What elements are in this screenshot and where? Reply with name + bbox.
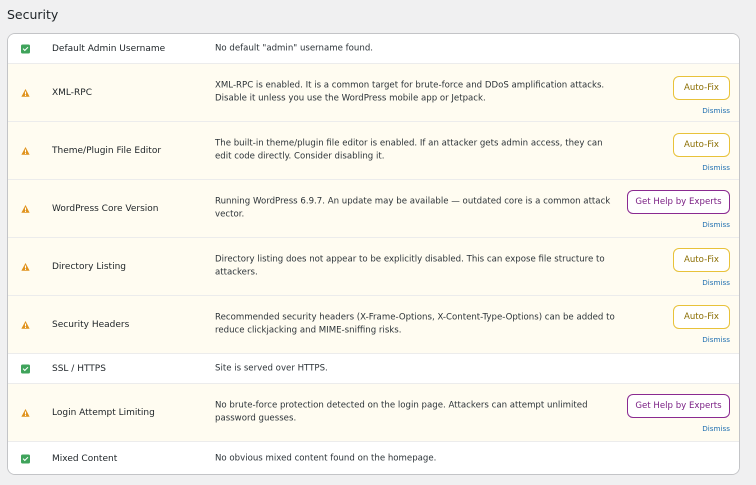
get-help-button[interactable]: Get Help by Experts <box>627 190 730 214</box>
check-label: XML-RPC <box>52 87 92 98</box>
dismiss-link[interactable]: Dismiss <box>702 106 730 115</box>
auto-fix-button[interactable]: Auto-Fix <box>673 133 730 157</box>
check-description: Running WordPress 6.9.7. An update may b… <box>215 196 611 220</box>
warning-icon <box>21 262 30 271</box>
warning-icon <box>21 204 30 213</box>
check-row-login-limiting: Login Attempt Limiting No brute-force pr… <box>8 383 739 441</box>
section-title: Security <box>7 7 59 22</box>
check-icon <box>21 44 30 53</box>
check-description: Site is served over HTTPS. <box>215 362 328 373</box>
check-row-core-version: WordPress Core Version Running WordPress… <box>8 179 739 237</box>
dismiss-link[interactable]: Dismiss <box>702 220 730 229</box>
check-label: Security Headers <box>52 319 130 330</box>
check-row-file-editor: Theme/Plugin File Editor The built-in th… <box>8 121 739 179</box>
warning-icon <box>21 88 30 97</box>
security-checks-card: Default Admin Username No default "admin… <box>7 33 740 475</box>
dismiss-link[interactable]: Dismiss <box>702 163 730 172</box>
check-label: Theme/Plugin File Editor <box>52 145 162 156</box>
check-description: Recommended security headers (X-Frame-Op… <box>215 312 615 336</box>
check-icon <box>21 364 30 373</box>
dismiss-link[interactable]: Dismiss <box>702 278 730 287</box>
check-row-ssl-https: SSL / HTTPS Site is served over HTTPS. <box>8 353 739 383</box>
auto-fix-button[interactable]: Auto-Fix <box>673 248 730 272</box>
check-label: WordPress Core Version <box>52 203 159 214</box>
dismiss-link[interactable]: Dismiss <box>702 335 730 344</box>
check-label: Mixed Content <box>52 454 118 464</box>
check-row-default-admin-username: Default Admin Username No default "admin… <box>8 34 739 63</box>
check-row-mixed-content: Mixed Content No obvious mixed content f… <box>8 441 739 474</box>
check-label: Default Admin Username <box>52 43 166 54</box>
check-row-directory-listing: Directory Listing Directory listing does… <box>8 237 739 295</box>
get-help-button[interactable]: Get Help by Experts <box>627 394 730 418</box>
check-description: No brute-force protection detected on th… <box>215 400 588 424</box>
auto-fix-button[interactable]: Auto-Fix <box>673 305 730 329</box>
check-description: No default "admin" username found. <box>215 42 374 53</box>
check-label: Login Attempt Limiting <box>52 407 155 418</box>
check-row-security-headers: Security Headers Recommended security he… <box>8 295 739 353</box>
check-label: SSL / HTTPS <box>52 363 106 374</box>
warning-icon <box>21 320 30 329</box>
check-description: Directory listing does not appear to be … <box>215 254 605 278</box>
warning-icon <box>21 146 30 155</box>
check-description: The built-in theme/plugin file editor is… <box>215 138 603 162</box>
check-label: Directory Listing <box>52 261 126 272</box>
check-description: XML-RPC is enabled. It is a common targe… <box>215 80 605 104</box>
check-description: No obvious mixed content found on the ho… <box>215 453 437 464</box>
warning-icon <box>21 408 30 417</box>
check-icon <box>21 454 30 464</box>
auto-fix-button[interactable]: Auto-Fix <box>673 76 730 100</box>
dismiss-link[interactable]: Dismiss <box>702 424 730 433</box>
check-row-xml-rpc: XML-RPC XML-RPC is enabled. It is a comm… <box>8 63 739 121</box>
